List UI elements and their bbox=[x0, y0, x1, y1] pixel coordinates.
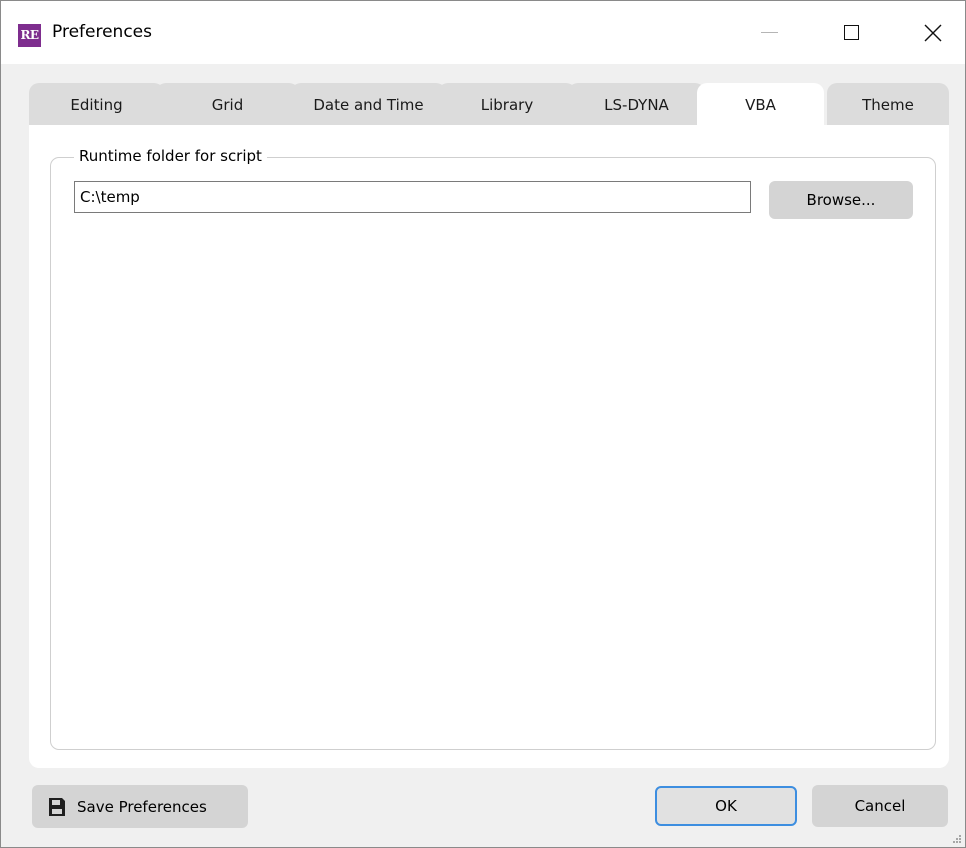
tab-label: Theme bbox=[862, 95, 914, 114]
cancel-button[interactable]: Cancel bbox=[812, 785, 948, 827]
tab-grid[interactable]: Grid bbox=[156, 83, 299, 126]
app-icon: RE bbox=[18, 24, 41, 47]
preferences-window: RE Preferences Editing Grid Date and Tim… bbox=[0, 0, 966, 848]
close-button[interactable] bbox=[901, 1, 965, 64]
tab-label: Editing bbox=[70, 95, 123, 114]
tab-date-and-time[interactable]: Date and Time bbox=[291, 83, 446, 126]
window-title: Preferences bbox=[52, 22, 152, 42]
ok-button[interactable]: OK bbox=[655, 786, 797, 826]
minimize-icon bbox=[760, 32, 778, 33]
tab-label: Grid bbox=[211, 95, 244, 114]
tab-label: LS-DYNA bbox=[604, 95, 669, 114]
tab-library[interactable]: Library bbox=[438, 83, 576, 126]
cancel-label: Cancel bbox=[854, 797, 906, 815]
ok-label: OK bbox=[715, 797, 737, 815]
group-title: Runtime folder for script bbox=[74, 147, 267, 165]
save-disk-icon bbox=[49, 797, 65, 816]
resize-grip[interactable] bbox=[952, 834, 962, 844]
tab-label: Library bbox=[480, 95, 534, 114]
minimize-button[interactable] bbox=[737, 1, 801, 64]
tab-vba[interactable]: VBA bbox=[697, 83, 824, 126]
save-preferences-label: Save Preferences bbox=[77, 797, 207, 816]
tab-label: Date and Time bbox=[313, 95, 424, 114]
tab-ls-dyna[interactable]: LS-DYNA bbox=[568, 83, 705, 126]
tab-panel-vba: Runtime folder for script Browse... bbox=[29, 125, 949, 768]
maximize-icon bbox=[843, 25, 859, 40]
preferences-tabbar: Editing Grid Date and Time Library LS-DY… bbox=[29, 83, 949, 126]
title-bar[interactable]: RE Preferences bbox=[1, 1, 965, 64]
tab-label: VBA bbox=[745, 95, 776, 114]
browse-button[interactable]: Browse... bbox=[769, 181, 913, 219]
tab-theme[interactable]: Theme bbox=[827, 83, 949, 126]
runtime-folder-group: Runtime folder for script Browse... bbox=[50, 147, 936, 750]
tab-editing[interactable]: Editing bbox=[29, 83, 164, 126]
close-icon bbox=[924, 24, 942, 41]
maximize-button[interactable] bbox=[819, 1, 883, 64]
runtime-folder-input[interactable] bbox=[74, 181, 751, 213]
save-preferences-button[interactable]: Save Preferences bbox=[32, 785, 248, 828]
